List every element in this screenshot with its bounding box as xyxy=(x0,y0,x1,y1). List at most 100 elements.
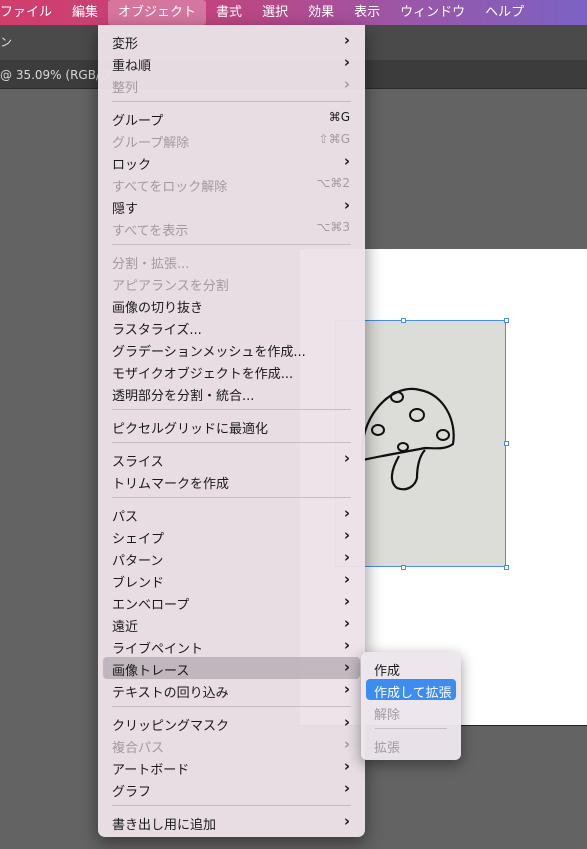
menu-item-flatten-transparency[interactable]: 透明部分を分割・統合... xyxy=(103,382,360,404)
menu-item-slice[interactable]: スライス › xyxy=(103,448,360,470)
chevron-right-icon: › xyxy=(343,75,350,93)
menu-item-make-pixel-perfect[interactable]: ピクセルグリッドに最適化 xyxy=(103,415,360,437)
menu-item-create-trim-marks[interactable]: トリムマークを作成 xyxy=(103,470,360,492)
menu-item-rasterize[interactable]: ラスタライズ... xyxy=(103,316,360,338)
chevron-right-icon: › xyxy=(343,548,350,566)
menu-item-create-object-mosaic[interactable]: モザイクオブジェクトを作成... xyxy=(103,360,360,382)
menu-item-label: アートボード xyxy=(112,763,190,778)
menu-separator xyxy=(112,101,351,102)
menu-separator xyxy=(112,409,351,410)
chevron-right-icon: › xyxy=(343,658,350,676)
menu-item-label: すべてを表示 xyxy=(112,224,189,239)
chevron-right-icon: › xyxy=(343,152,350,170)
menu-bar: ファイル 編集 オブジェクト 書式 選択 効果 表示 ウィンドウ ヘルプ xyxy=(0,0,587,25)
document-tab-label: @ 35.09% (RGB/プ xyxy=(0,68,112,82)
menu-item-label: ライブペイント xyxy=(112,642,204,657)
menu-item-path[interactable]: パス › xyxy=(103,503,360,525)
menu-item-label: モザイクオブジェクトを作成... xyxy=(112,367,294,382)
menu-item-shape[interactable]: シェイプ › xyxy=(103,525,360,547)
menu-edit[interactable]: 編集 xyxy=(62,0,108,25)
menu-separator xyxy=(112,805,351,806)
menu-item-label: 透明部分を分割・統合... xyxy=(112,389,255,404)
menu-item-compound-path[interactable]: 複合パス › xyxy=(103,734,360,756)
menu-item-text-wrap[interactable]: テキストの回り込み › xyxy=(103,679,360,701)
resize-handle[interactable] xyxy=(504,565,509,570)
menu-item-blend[interactable]: ブレンド › xyxy=(103,569,360,591)
menu-item-label: パス xyxy=(112,510,139,525)
menu-item-label: ラスタライズ... xyxy=(112,323,202,338)
menu-item-image-trace[interactable]: 画像トレース › xyxy=(103,657,360,679)
chevron-right-icon: › xyxy=(343,757,350,775)
submenu-item-make-and-expand[interactable]: 作成して拡張 xyxy=(366,679,456,701)
menu-item-label: ロック xyxy=(112,158,152,173)
menu-item-arrange[interactable]: 重ね順 › xyxy=(103,52,360,74)
menu-item-label: 画像の切り抜き xyxy=(112,301,204,316)
menu-item-pattern[interactable]: パターン › xyxy=(103,547,360,569)
menu-item-label: 遠近 xyxy=(112,620,139,635)
chevron-right-icon: › xyxy=(343,680,350,698)
menu-item-expand-appearance[interactable]: アピアランスを分割 xyxy=(103,272,360,294)
menu-item-label: 複合パス xyxy=(112,741,165,756)
menu-item-label: 整列 xyxy=(112,81,139,96)
menu-select[interactable]: 選択 xyxy=(252,0,298,25)
menu-item-create-gradient-mesh[interactable]: グラデーションメッシュを作成... xyxy=(103,338,360,360)
menu-item-shortcut: ⌥⌘2 xyxy=(316,176,350,190)
chevron-right-icon: › xyxy=(343,570,350,588)
menu-item-shortcut: ⇧⌘G xyxy=(318,132,350,146)
menu-item-lock[interactable]: ロック › xyxy=(103,151,360,173)
menu-item-clipping-mask[interactable]: クリッピングマスク › xyxy=(103,712,360,734)
submenu-item-make[interactable]: 作成 xyxy=(366,657,456,679)
resize-handle[interactable] xyxy=(504,441,509,446)
chevron-right-icon: › xyxy=(343,713,350,731)
resize-handle[interactable] xyxy=(504,318,509,323)
menu-type[interactable]: 書式 xyxy=(206,0,252,25)
menu-item-shortcut: ⌘G xyxy=(328,110,350,124)
menu-item-label: グラデーションメッシュを作成... xyxy=(112,345,306,360)
menu-help[interactable]: ヘルプ xyxy=(475,0,534,25)
image-trace-submenu: 作成 作成して拡張 解除拡張 xyxy=(361,652,461,760)
chevron-right-icon: › xyxy=(343,592,350,610)
menu-item-unlock-all[interactable]: すべてをロック解除 ⌥⌘2 xyxy=(103,173,360,195)
menu-item-show-all[interactable]: すべてを表示 ⌥⌘3 xyxy=(103,217,360,239)
menu-item-label: ピクセルグリッドに最適化 xyxy=(112,422,269,437)
menu-file[interactable]: ファイル xyxy=(0,0,62,25)
menu-item-align[interactable]: 整列 › xyxy=(103,74,360,96)
menu-item-crop-image[interactable]: 画像の切り抜き xyxy=(103,294,360,316)
menu-item-hide[interactable]: 隠す › xyxy=(103,195,360,217)
resize-handle[interactable] xyxy=(401,565,406,570)
menu-item-group[interactable]: グループ ⌘G xyxy=(103,107,360,129)
menu-item-ungroup[interactable]: グループ解除 ⇧⌘G xyxy=(103,129,360,151)
chevron-right-icon: › xyxy=(343,636,350,654)
menu-item-label: スライス xyxy=(112,455,164,470)
menu-item-label: エンベロープ xyxy=(112,598,190,613)
menu-item-transform[interactable]: 変形 › xyxy=(103,30,360,52)
menu-item-label: トリムマークを作成 xyxy=(112,477,230,492)
menu-item-add-to-export[interactable]: 書き出し用に追加 › xyxy=(103,811,360,833)
menu-item-graph[interactable]: グラフ › xyxy=(103,778,360,800)
chevron-right-icon: › xyxy=(343,526,350,544)
menu-separator xyxy=(112,497,351,498)
menu-item-label: すべてをロック解除 xyxy=(112,180,228,195)
resize-handle[interactable] xyxy=(401,318,406,323)
object-menu-dropdown: 変形 › 重ね順 › 整列 › グループ ⌘G グループ解除 ⇧⌘G ロック › すべてをロック解除 ⌥⌘… xyxy=(98,25,365,837)
submenu-item-release[interactable]: 解除 xyxy=(366,701,456,723)
menu-item-shortcut: ⌥⌘3 xyxy=(316,220,350,234)
menu-item-expand[interactable]: 分割・拡張... xyxy=(103,250,360,272)
control-bar-text: ン xyxy=(0,35,13,49)
menu-item-label: グループ解除 xyxy=(112,136,190,151)
menu-item-label: ブレンド xyxy=(112,576,165,591)
menu-view[interactable]: 表示 xyxy=(344,0,390,25)
menu-object[interactable]: オブジェクト xyxy=(108,0,207,25)
menu-item-live-paint[interactable]: ライブペイント › xyxy=(103,635,360,657)
menu-separator xyxy=(112,244,351,245)
menu-effect[interactable]: 効果 xyxy=(298,0,344,25)
menu-window[interactable]: ウィンドウ xyxy=(390,0,475,25)
menu-item-artboards[interactable]: アートボード › xyxy=(103,756,360,778)
submenu-item-expand[interactable]: 拡張 xyxy=(366,734,456,756)
chevron-right-icon: › xyxy=(343,31,350,49)
menu-item-perspective[interactable]: 遠近 › xyxy=(103,613,360,635)
menu-item-label: 重ね順 xyxy=(112,59,152,74)
menu-item-envelope-distort[interactable]: エンベロープ › xyxy=(103,591,360,613)
menu-item-label: 変形 xyxy=(112,37,139,52)
chevron-right-icon: › xyxy=(343,449,350,467)
